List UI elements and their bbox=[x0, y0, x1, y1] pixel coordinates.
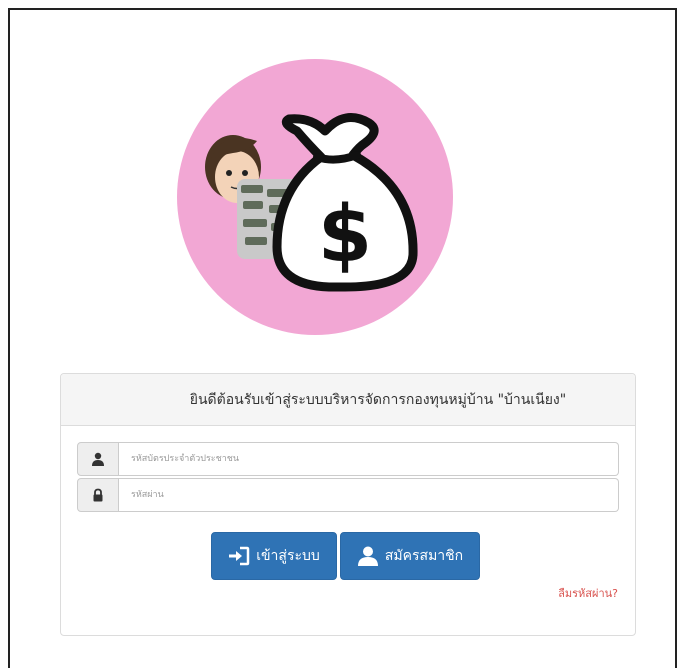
panel-title: ยินดีต้อนรับเข้าสู่ระบบบริหารจัดการกองทุ… bbox=[61, 374, 635, 426]
login-panel: ยินดีต้อนรับเข้าสู่ระบบบริหารจัดการกองทุ… bbox=[60, 373, 636, 636]
money-bag-logo: $ bbox=[177, 59, 453, 335]
password-input[interactable] bbox=[119, 478, 619, 512]
user-icon bbox=[357, 546, 378, 566]
svg-text:$: $ bbox=[318, 190, 372, 280]
forgot-password-link[interactable]: ลืมรหัสผ่าน? bbox=[558, 584, 618, 602]
username-input[interactable] bbox=[119, 442, 619, 476]
lock-icon bbox=[77, 478, 119, 512]
password-group bbox=[77, 478, 619, 512]
login-label: เข้าสู่ระบบ bbox=[256, 547, 320, 563]
sign-in-icon bbox=[229, 546, 250, 566]
login-button[interactable]: เข้าสู่ระบบ bbox=[211, 532, 337, 580]
user-icon bbox=[77, 442, 119, 476]
register-label: สมัครสมาชิก bbox=[384, 547, 464, 563]
register-button[interactable]: สมัครสมาชิก bbox=[340, 532, 480, 580]
username-group bbox=[77, 442, 619, 476]
